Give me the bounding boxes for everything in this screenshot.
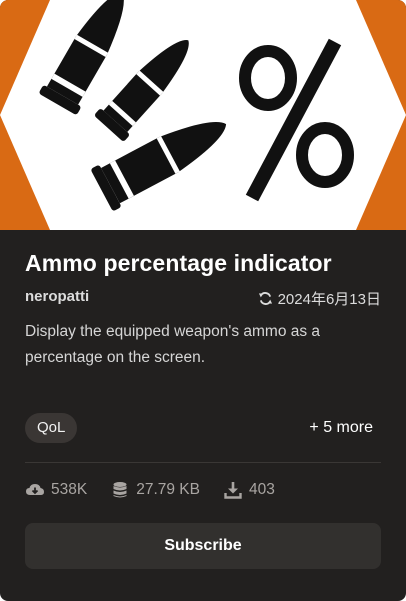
- ammo-percent-logo-image: [0, 0, 406, 230]
- refresh-icon: [258, 291, 273, 306]
- more-tags-button[interactable]: + 5 more: [309, 419, 373, 437]
- mod-card[interactable]: Ammo percentage indicator neropatti 2024…: [0, 0, 406, 601]
- updated-date-text: 2024年6月13日: [277, 291, 381, 308]
- mod-stats: 538K 27.79 KB 403: [25, 480, 298, 500]
- file-size: 27.79 KB: [136, 481, 200, 498]
- database-icon: [110, 480, 130, 500]
- mod-thumbnail[interactable]: [0, 0, 406, 230]
- tag-qol[interactable]: QoL: [25, 413, 78, 443]
- download-icon: [223, 480, 243, 500]
- downloads-count: 403: [248, 481, 275, 498]
- mod-description: Display the equipped weapon's ammo as a …: [25, 323, 321, 366]
- downloads-stat: 403: [223, 480, 275, 500]
- divider: [25, 462, 381, 463]
- endorsements-count: 538K: [51, 481, 88, 498]
- cloud-download-icon: [25, 480, 45, 500]
- size-stat: 27.79 KB: [110, 480, 200, 500]
- mod-title[interactable]: Ammo percentage indicator: [25, 250, 332, 277]
- updated-date: 2024年6月13日: [258, 288, 381, 309]
- author-link[interactable]: neropatti: [25, 288, 89, 305]
- endorsements-stat: 538K: [25, 480, 87, 500]
- subscribe-button[interactable]: Subscribe: [25, 523, 381, 569]
